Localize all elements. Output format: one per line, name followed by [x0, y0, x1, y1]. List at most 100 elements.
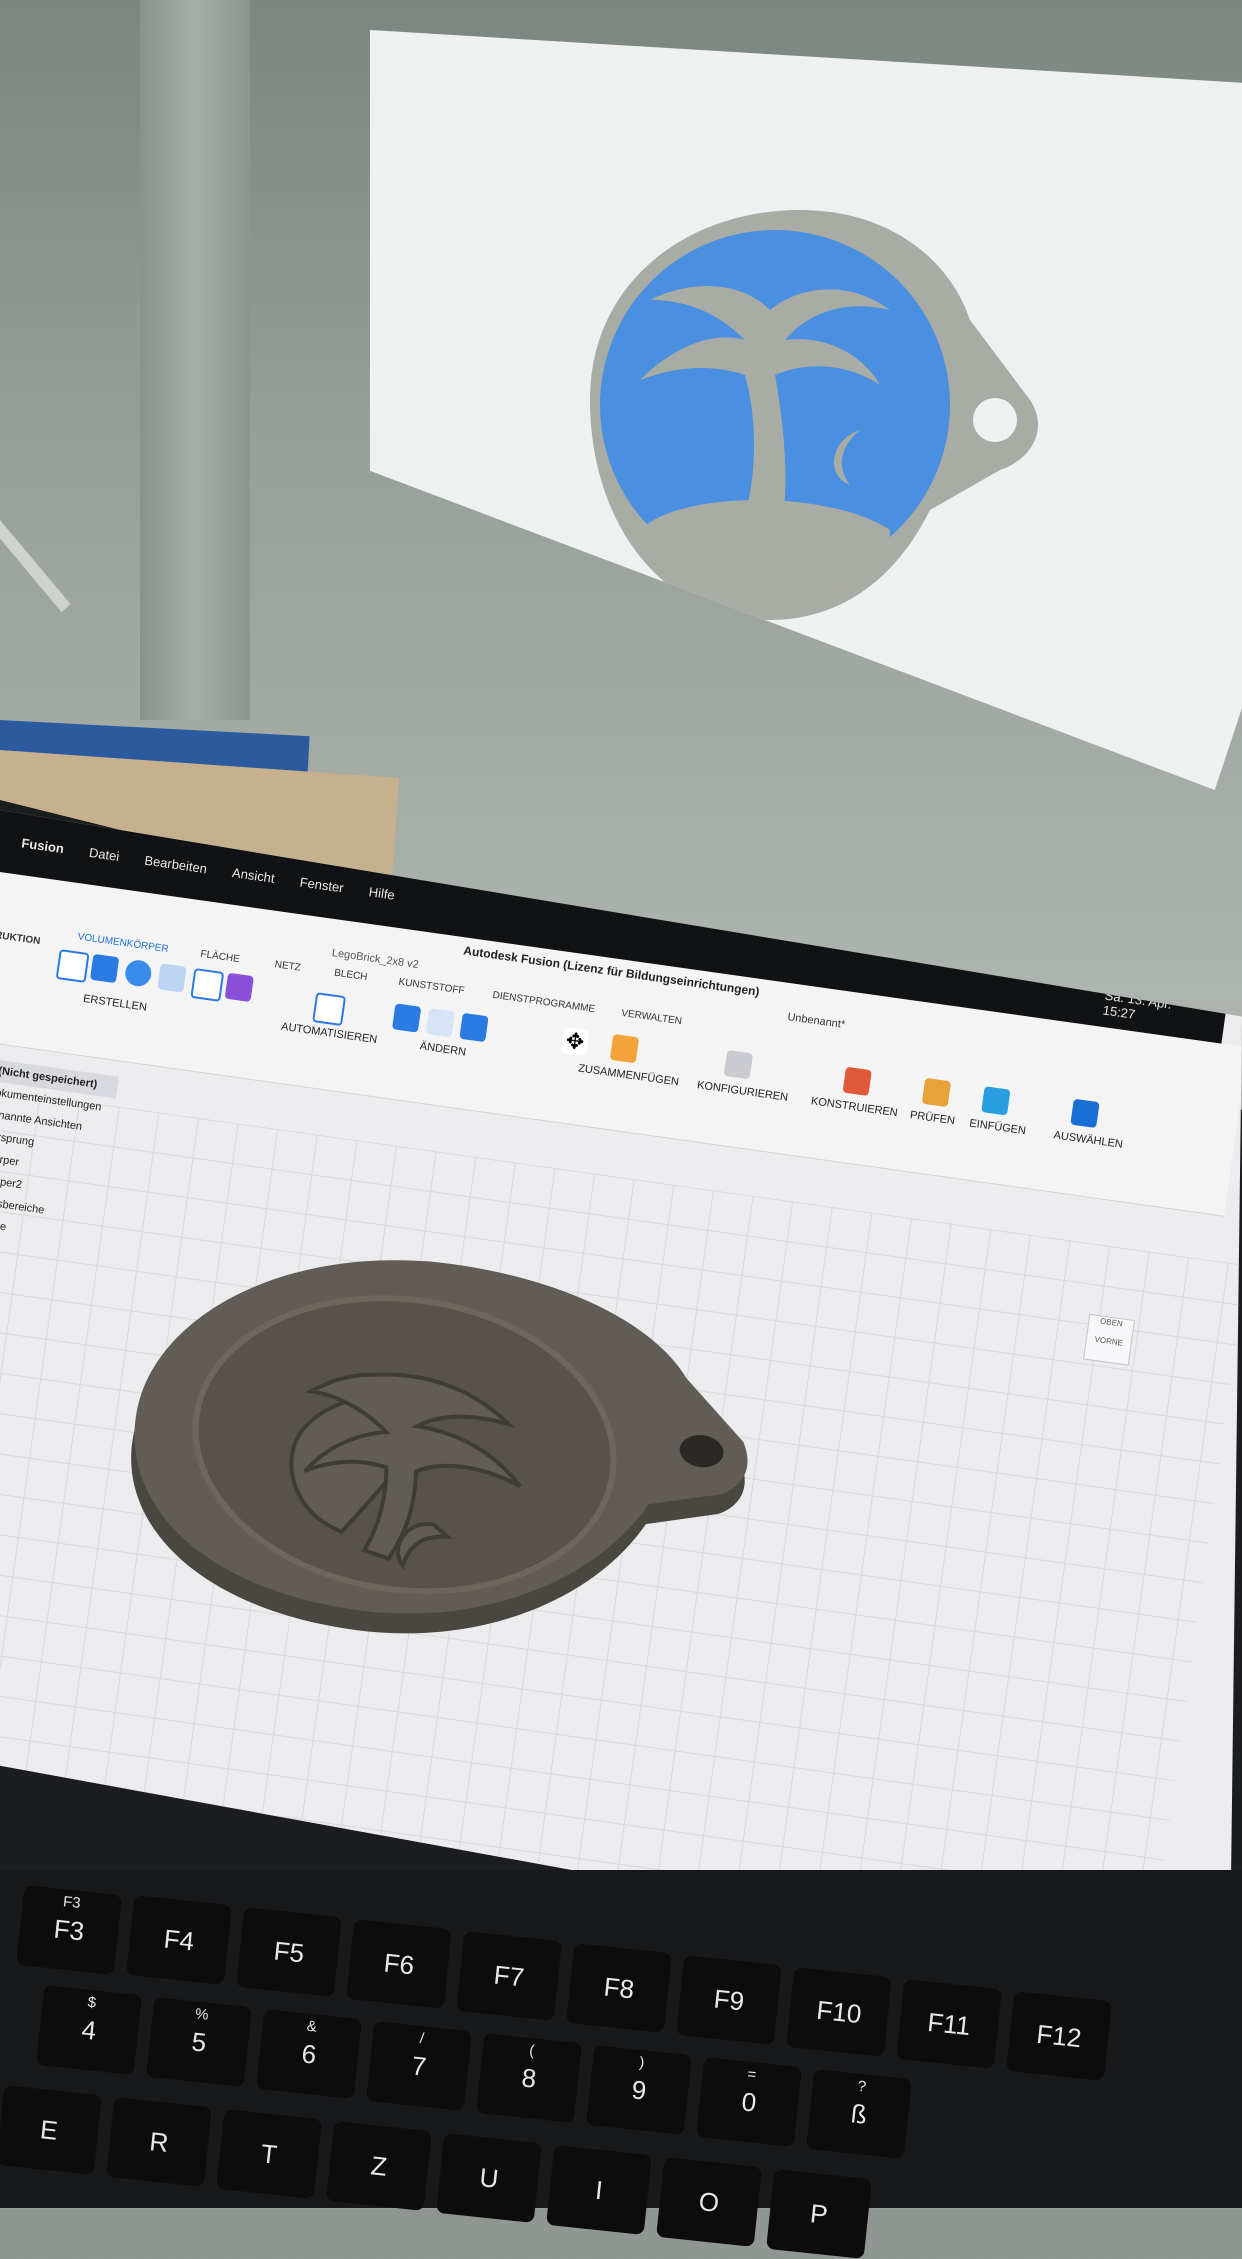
key-o[interactable]: O	[656, 2157, 762, 2247]
key-9[interactable]: ) 9	[586, 2045, 692, 2135]
key-label: T	[259, 2138, 279, 2170]
button-erstellen[interactable]: ERSTELLEN	[82, 993, 147, 1014]
sketch-icon[interactable]	[55, 949, 90, 983]
key-f4[interactable]: F4	[126, 1895, 232, 1985]
key-alt: %	[194, 2005, 210, 2024]
button-pruefen[interactable]: PRÜFEN	[909, 1109, 955, 1127]
key-label: F7	[492, 1959, 526, 1993]
automate-icon[interactable]	[312, 992, 347, 1027]
menu-datei[interactable]: Datei	[88, 845, 120, 864]
key-e[interactable]: E	[0, 2085, 102, 2175]
press-pull-icon[interactable]	[391, 1003, 422, 1033]
menu-fenster[interactable]: Fenster	[299, 875, 345, 896]
key-p[interactable]: P	[766, 2169, 872, 2259]
key-label: F6	[382, 1947, 416, 1981]
key-f6[interactable]: F6	[346, 1919, 452, 2009]
key-f3-icon: F3	[62, 1893, 82, 1913]
button-aendern[interactable]: ÄNDERN	[419, 1040, 467, 1058]
key-label: F5	[272, 1935, 306, 1969]
key-t[interactable]: T	[216, 2109, 322, 2199]
shell-icon[interactable]	[459, 1012, 489, 1043]
key-6[interactable]: & 6	[256, 2009, 362, 2099]
fillet-icon[interactable]	[425, 1008, 455, 1038]
key-label: P	[808, 2198, 830, 2230]
group-kunststoff[interactable]: KUNSTSTOFF	[398, 977, 465, 997]
keychain-3d-model[interactable]	[87, 1201, 779, 1706]
laptop-keyboard: F3 F3 F4 F5 F6 F7 F8 F9 F10 F11 F12 $4 % 5…	[0, 1870, 1242, 2259]
button-auswaehlen[interactable]: AUSWÄHLEN	[1053, 1129, 1124, 1151]
key-alt: &	[305, 2017, 318, 2036]
group-netz[interactable]: NETZ	[274, 959, 301, 974]
key-f10[interactable]: F10	[786, 1967, 892, 2057]
tab-unbenannt[interactable]: Unbenannt*	[787, 1011, 846, 1031]
key-label: E	[38, 2114, 60, 2146]
key-5[interactable]: % 5	[146, 1997, 252, 2087]
key-label: F12	[1035, 2018, 1083, 2054]
key-z[interactable]: Z	[326, 2121, 432, 2211]
key-f8[interactable]: F8	[566, 1943, 672, 2033]
key-4[interactable]: $4	[36, 1985, 142, 2075]
key-label: F3	[52, 1913, 86, 1947]
key-label: 8	[520, 2062, 538, 2094]
viewcube-front[interactable]: VORNE	[1086, 1334, 1131, 1349]
key-sz[interactable]: ? ß	[806, 2069, 912, 2159]
key-f7[interactable]: F7	[456, 1931, 562, 2021]
key-8[interactable]: (8	[476, 2033, 582, 2123]
construct-icon[interactable]	[842, 1066, 872, 1097]
move-icon[interactable]: ✥	[560, 1026, 590, 1057]
menu-ansicht[interactable]: Ansicht	[231, 865, 275, 886]
group-dienstprogramme[interactable]: DIENSTPROGRAMME	[492, 990, 596, 1015]
key-label: F8	[602, 1971, 636, 2005]
viewcube[interactable]: OBEN VORNE	[1083, 1313, 1136, 1366]
key-f3[interactable]: F3 F3	[16, 1885, 122, 1975]
extrude-icon[interactable]	[89, 953, 120, 984]
key-u[interactable]: U	[436, 2133, 542, 2223]
key-alt: (	[528, 2041, 536, 2060]
key-f9[interactable]: F9	[676, 1955, 782, 2045]
key-f12[interactable]: F12	[1006, 1991, 1112, 2081]
mesh-icon[interactable]	[224, 972, 254, 1003]
button-konfigurieren[interactable]: KONFIGURIEREN	[696, 1079, 788, 1104]
key-alt: $	[86, 1993, 97, 2012]
menu-app-fusion[interactable]: Fusion	[21, 835, 65, 856]
inspect-icon[interactable]	[921, 1077, 952, 1108]
key-7[interactable]: /7	[366, 2021, 472, 2111]
button-zusammenfuegen[interactable]: ZUSAMMENFÜGEN	[577, 1062, 679, 1088]
key-f5[interactable]: F5	[236, 1907, 342, 1997]
menu-bearbeiten[interactable]: Bearbeiten	[144, 853, 208, 877]
button-automatisieren[interactable]: AUTOMATISIEREN	[280, 1021, 378, 1046]
hole-icon[interactable]	[157, 963, 187, 993]
mode-konstruktion[interactable]: RUKTION	[0, 930, 41, 947]
key-alt: ?	[856, 2077, 867, 2096]
key-label: I	[593, 2174, 605, 2206]
key-label: F4	[162, 1923, 196, 1957]
viewcube-top[interactable]: OBEN	[1089, 1315, 1134, 1330]
revolve-icon[interactable]	[123, 958, 153, 988]
select-icon[interactable]	[1070, 1098, 1100, 1129]
key-label: F11	[926, 2006, 972, 2042]
key-label: F10	[815, 1994, 863, 2030]
tab-legobrick[interactable]: LegoBrick_2x8 v2	[331, 947, 419, 971]
key-r[interactable]: R	[106, 2097, 212, 2187]
key-label: O	[697, 2186, 721, 2218]
key-f11[interactable]: F11	[896, 1979, 1002, 2069]
pattern-icon[interactable]	[190, 968, 225, 1002]
menu-hilfe[interactable]: Hilfe	[368, 884, 396, 902]
group-blech[interactable]: BLECH	[333, 968, 368, 984]
key-label: 7	[410, 2050, 428, 2082]
insert-icon[interactable]	[981, 1086, 1011, 1116]
key-0[interactable]: = 0	[696, 2057, 802, 2147]
joint-icon[interactable]	[609, 1033, 640, 1064]
key-label: 4	[80, 2014, 98, 2046]
group-flaeche[interactable]: FLÄCHE	[200, 949, 241, 965]
group-verwalten[interactable]: VERWALTEN	[621, 1008, 683, 1027]
group-volumenkoerper[interactable]: VOLUMENKÖRPER	[77, 932, 169, 956]
button-konstruieren[interactable]: KONSTRUIEREN	[810, 1095, 898, 1119]
key-label: R	[148, 2126, 170, 2158]
key-alt: /	[418, 2029, 425, 2048]
button-einfuegen[interactable]: EINFÜGEN	[969, 1117, 1027, 1137]
key-i[interactable]: I	[546, 2145, 652, 2235]
configure-icon[interactable]	[723, 1049, 754, 1080]
key-label: 9	[630, 2074, 648, 2106]
key-label: Z	[369, 2150, 389, 2182]
